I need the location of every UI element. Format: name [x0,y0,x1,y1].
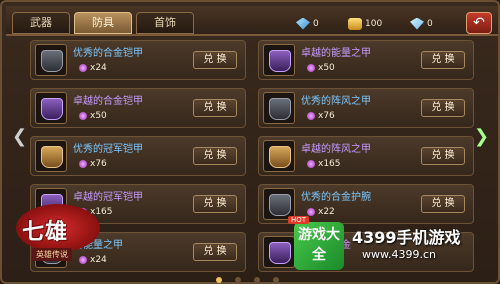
logo-title: 七雄 [22,220,69,245]
item-cost: x76 [307,110,335,122]
exchange-button[interactable]: 兑 换 [193,99,237,117]
gem-count: 0 [313,19,319,29]
page-dot [216,277,222,283]
tab-accessories[interactable]: 首饰 [136,12,194,34]
item-thumbnail[interactable] [35,140,67,172]
watermark-badge: 游戏大全 [294,222,344,270]
watermark-url: www.4399.cn [362,248,436,261]
back-arrow-icon: ↶ [473,15,485,31]
cost-value: x76 [318,111,335,121]
item-card: 卓越的能量之甲 x50 兑 换 [258,40,474,80]
cost-value: x165 [318,159,341,169]
game-window: 武器 防具 首饰 0 100 0 ↶ ❮ ❯ 优秀的合金铠甲 x24 兑 换卓越的合… [0,0,500,284]
gem-icon [296,17,310,30]
token-icon [307,159,315,168]
page-dot [235,277,242,283]
armor-icon [269,98,291,120]
cost-value: x50 [318,63,335,73]
next-page-arrow-icon[interactable]: ❯ [474,122,489,152]
item-thumbnail[interactable] [263,140,295,172]
armor-icon [269,50,291,72]
item-card: 卓越的阵风之甲 x165 兑 换 [258,136,474,176]
cost-value: x24 [90,63,107,73]
gold-count: 100 [365,19,383,29]
logo-subtitle: 英雄传说 [32,248,72,261]
item-cost: x50 [79,110,107,122]
token-icon [79,111,87,120]
item-thumbnail[interactable] [35,44,67,76]
tab-weapons[interactable]: 武器 [12,12,70,34]
gem-counter: 0 [296,16,319,32]
item-cost: x22 [307,206,335,218]
diamond-counter: 0 [410,16,433,32]
top-bar: 武器 防具 首饰 0 100 0 ↶ [6,6,498,36]
armor-icon [269,194,291,216]
exchange-button[interactable]: 兑 换 [193,51,237,69]
armor-icon [269,146,291,168]
armor-icon [41,146,63,168]
back-button[interactable]: ↶ [466,12,492,34]
prev-page-arrow-icon[interactable]: ❮ [12,122,27,152]
token-icon [307,111,315,120]
exchange-button[interactable]: 兑 换 [421,195,465,213]
armor-icon [41,98,63,120]
cost-value: x76 [90,159,107,169]
item-thumbnail[interactable] [263,236,295,268]
token-icon [307,63,315,72]
armor-icon [269,242,291,264]
item-cost: x24 [79,62,107,74]
item-name: 优秀的合金铠甲 [73,48,143,59]
item-name: 卓越的能量之甲 [301,48,371,59]
item-cost: x76 [79,158,107,170]
diamond-icon [410,17,424,30]
exchange-button[interactable]: 兑 换 [421,51,465,69]
exchange-button[interactable]: 兑 换 [193,195,237,213]
site-watermark: 游戏大全 HOT 4399手机游戏 www.4399.cn [288,216,494,276]
gold-icon [348,17,362,30]
token-icon [307,207,315,216]
item-name: 优秀的阵风之甲 [301,96,371,107]
item-name: 卓越的合金铠甲 [73,96,143,107]
item-card: 优秀的阵风之甲 x76 兑 换 [258,88,474,128]
item-thumbnail[interactable] [263,92,295,124]
watermark-brand: 4399手机游戏 [352,228,461,247]
diamond-count: 0 [427,19,433,29]
exchange-button[interactable]: 兑 换 [193,147,237,165]
item-name: 优秀的冠军铠甲 [73,144,143,155]
item-name: 优秀的合金护腕 [301,192,371,203]
tab-armor[interactable]: 防具 [74,12,132,34]
cost-value: x50 [90,111,107,121]
token-icon [79,63,87,72]
token-icon [79,159,87,168]
page-indicator [212,268,302,283]
item-cost: x50 [307,62,335,74]
item-name: 卓越的阵风之甲 [301,144,371,155]
gold-counter: 100 [348,16,382,32]
cost-value: x22 [318,207,335,217]
exchange-button[interactable]: 兑 换 [193,243,237,261]
exchange-button[interactable]: 兑 换 [421,99,465,117]
item-cost: x165 [307,158,341,170]
item-card: 卓越的合金铠甲 x50 兑 换 [30,88,246,128]
hot-tag: HOT [288,216,310,224]
page-dot [254,277,261,283]
item-thumbnail[interactable] [35,92,67,124]
page-dot [273,277,280,283]
item-card: 优秀的冠军铠甲 x76 兑 换 [30,136,246,176]
exchange-button[interactable]: 兑 换 [421,147,465,165]
item-card: 优秀的合金铠甲 x24 兑 换 [30,40,246,80]
armor-icon [41,50,63,72]
game-logo: 七雄 英雄传说 [10,198,106,278]
item-thumbnail[interactable] [263,44,295,76]
